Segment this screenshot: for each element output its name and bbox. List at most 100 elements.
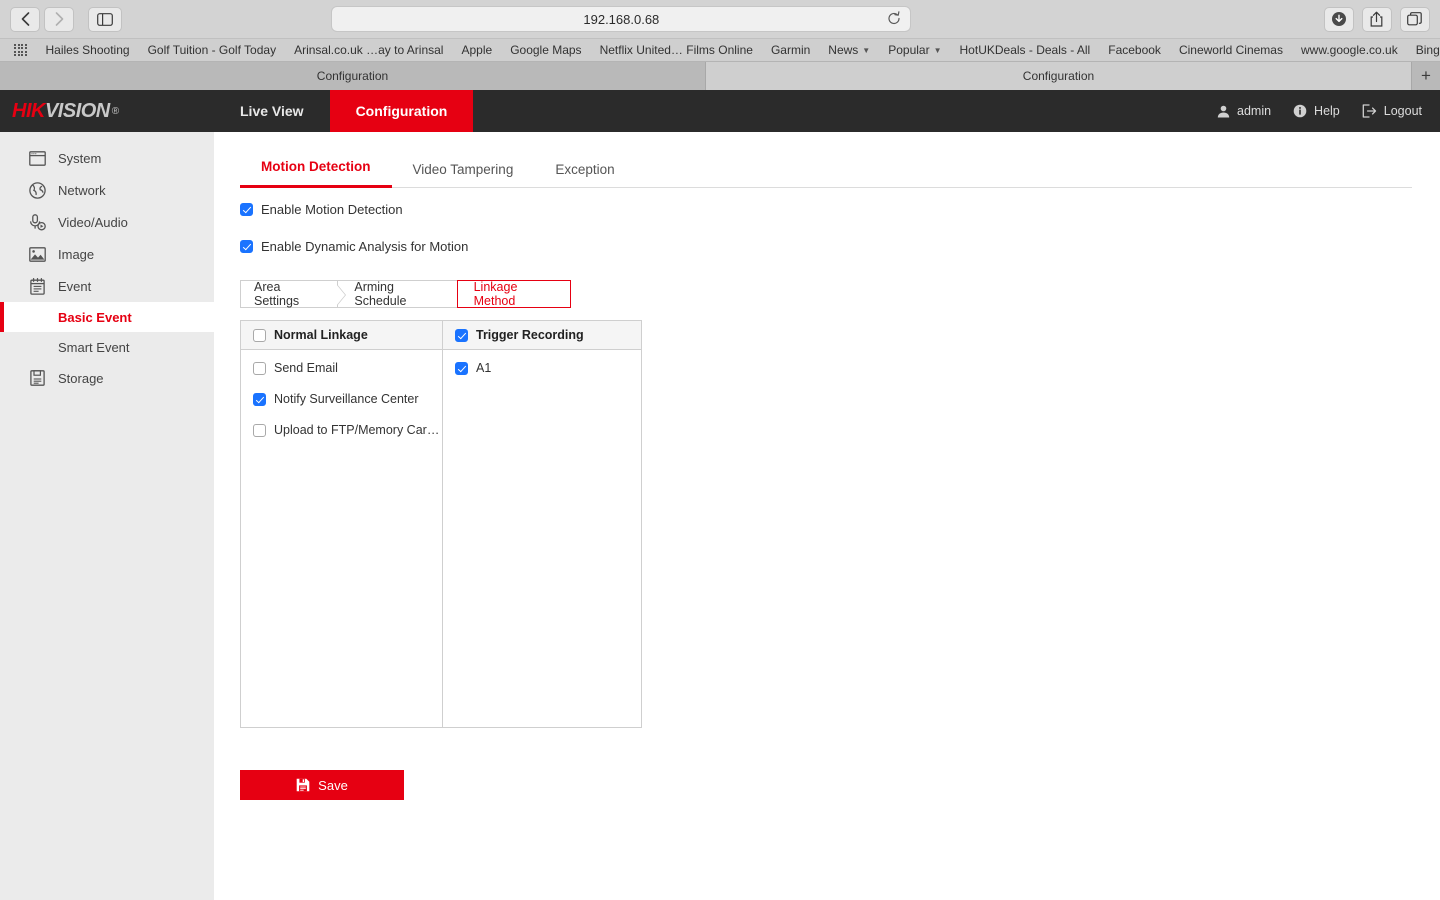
apps-grid-icon[interactable]	[14, 44, 27, 57]
help-button[interactable]: Help	[1293, 104, 1340, 118]
downloads-button[interactable]	[1324, 7, 1354, 32]
bookmark-item[interactable]: Popular▼	[879, 43, 950, 57]
logout-button[interactable]: Logout	[1362, 104, 1422, 118]
app-body: System Network Video/Audio Image Event	[0, 132, 1440, 900]
upload-ftp-checkbox[interactable]	[253, 424, 266, 437]
reload-icon[interactable]	[887, 11, 901, 26]
send-email-label: Send Email	[274, 361, 338, 375]
storage-icon	[28, 369, 46, 387]
step-arming-schedule[interactable]: Arming Schedule	[337, 280, 457, 308]
event-icon	[28, 277, 46, 295]
chevron-down-icon: ▼	[862, 46, 870, 55]
network-icon	[28, 181, 46, 199]
bookmark-item[interactable]: Arinsal.co.uk …ay to Arinsal	[285, 43, 452, 57]
user-icon	[1217, 105, 1230, 118]
forward-button[interactable]	[44, 7, 74, 32]
bookmark-item[interactable]: www.google.co.uk	[1292, 43, 1407, 57]
chevron-down-icon: ▼	[934, 46, 942, 55]
bookmark-item[interactable]: Facebook	[1099, 43, 1170, 57]
bookmark-item[interactable]: News ▼	[819, 43, 879, 57]
list-item[interactable]: Notify Surveillance Center	[253, 392, 442, 406]
bookmark-label: News	[828, 43, 858, 57]
content-tabs: Motion Detection Video Tampering Excepti…	[240, 132, 1412, 188]
info-icon	[1293, 104, 1307, 118]
enable-motion-detection-label: Enable Motion Detection	[261, 202, 403, 217]
bookmark-item[interactable]: Bing	[1407, 43, 1440, 57]
nav-configuration[interactable]: Configuration	[330, 90, 474, 132]
step-linkage-method[interactable]: Linkage Method	[457, 280, 571, 308]
chevron-right-icon	[55, 12, 64, 26]
address-bar[interactable]: 192.168.0.68	[331, 6, 911, 32]
step-label: Area Settings	[254, 280, 324, 308]
sidebar-item-storage[interactable]: Storage	[0, 362, 214, 394]
back-button[interactable]	[10, 7, 40, 32]
tabs-overview-button[interactable]	[1400, 7, 1430, 32]
new-tab-button[interactable]: +	[1412, 62, 1440, 90]
bookmark-label: Google Maps	[510, 43, 581, 57]
list-item[interactable]: A1	[455, 361, 641, 375]
bookmark-label: Apple	[461, 43, 492, 57]
tab-motion-detection[interactable]: Motion Detection	[240, 151, 392, 188]
bookmark-item[interactable]: Cineworld Cinemas	[1170, 43, 1292, 57]
bookmark-item[interactable]: Apple	[452, 43, 501, 57]
sidebar-item-image[interactable]: Image	[0, 238, 214, 270]
logout-icon	[1362, 104, 1377, 118]
bookmark-item[interactable]: Garmin	[762, 43, 819, 57]
enable-dynamic-analysis-label: Enable Dynamic Analysis for Motion	[261, 239, 468, 254]
save-floppy-icon	[296, 778, 310, 792]
normal-linkage-header-label: Normal Linkage	[274, 328, 368, 342]
step-area-settings[interactable]: Area Settings	[240, 280, 338, 308]
browser-chrome: 192.168.0.68	[0, 0, 1440, 90]
send-email-checkbox[interactable]	[253, 362, 266, 375]
sidebar-item-label: System	[58, 151, 101, 166]
step-arrow-inner-icon	[336, 284, 345, 306]
tab-exception[interactable]: Exception	[534, 154, 635, 188]
list-item[interactable]: Upload to FTP/Memory Card/…	[253, 423, 442, 437]
image-icon	[28, 245, 46, 263]
enable-motion-detection-row[interactable]: Enable Motion Detection	[240, 202, 1440, 217]
trigger-recording-select-all-checkbox[interactable]	[455, 329, 468, 342]
user-menu[interactable]: admin	[1217, 104, 1271, 118]
enable-dynamic-analysis-row[interactable]: Enable Dynamic Analysis for Motion	[240, 239, 1440, 254]
linkage-method-table: Normal Linkage Send Email Notify Surveil…	[240, 320, 642, 728]
bookmark-item[interactable]: Google Maps	[501, 43, 590, 57]
bookmark-item[interactable]: HotUKDeals - Deals - All	[951, 43, 1100, 57]
sidebar-item-event[interactable]: Event	[0, 270, 214, 302]
sidebar-subitem-label: Basic Event	[58, 310, 132, 325]
logo-vision-text: VISION	[45, 100, 110, 123]
sidebar-item-smart-event[interactable]: Smart Event	[0, 332, 214, 362]
notify-surveillance-center-checkbox[interactable]	[253, 393, 266, 406]
step-label: Linkage Method	[474, 280, 557, 308]
bookmark-item[interactable]: Netflix United… Films Online	[591, 43, 762, 57]
channel-a1-checkbox[interactable]	[455, 362, 468, 375]
browser-tab-active[interactable]: Configuration	[706, 62, 1412, 90]
sidebar-item-video-audio[interactable]: Video/Audio	[0, 206, 214, 238]
nav-live-view[interactable]: Live View	[214, 90, 330, 132]
app-header: HIKVISION® Live View Configuration admin…	[0, 90, 1440, 132]
browser-tab[interactable]: Configuration	[0, 62, 706, 90]
sidebar-item-system[interactable]: System	[0, 142, 214, 174]
sidebar-item-label: Storage	[58, 371, 104, 386]
bookmark-label: Bing	[1416, 43, 1440, 57]
sidebar-item-network[interactable]: Network	[0, 174, 214, 206]
bookmark-item[interactable]: Golf Tuition - Golf Today	[139, 43, 286, 57]
step-label: Arming Schedule	[354, 280, 443, 308]
bookmark-item[interactable]: Hailes Shooting	[37, 43, 139, 57]
bookmark-label: Arinsal.co.uk …ay to Arinsal	[294, 43, 443, 57]
sidebar-item-basic-event[interactable]: Basic Event	[0, 302, 214, 332]
download-icon	[1331, 11, 1347, 27]
share-button[interactable]	[1362, 7, 1392, 32]
enable-dynamic-analysis-checkbox[interactable]	[240, 240, 253, 253]
enable-motion-detection-checkbox[interactable]	[240, 203, 253, 216]
normal-linkage-select-all-checkbox[interactable]	[253, 329, 266, 342]
channel-a1-label: A1	[476, 361, 491, 375]
list-item[interactable]: Send Email	[253, 361, 442, 375]
sidebar-toggle-button[interactable]	[88, 7, 122, 32]
save-button[interactable]: Save	[240, 770, 404, 800]
bookmark-label: Netflix United… Films Online	[600, 43, 753, 57]
tab-video-tampering[interactable]: Video Tampering	[392, 154, 535, 188]
trigger-recording-header[interactable]: Trigger Recording	[443, 321, 641, 350]
tab-label: Video Tampering	[413, 162, 514, 177]
normal-linkage-header[interactable]: Normal Linkage	[241, 321, 442, 350]
toolbar-right-tools	[1324, 7, 1430, 32]
